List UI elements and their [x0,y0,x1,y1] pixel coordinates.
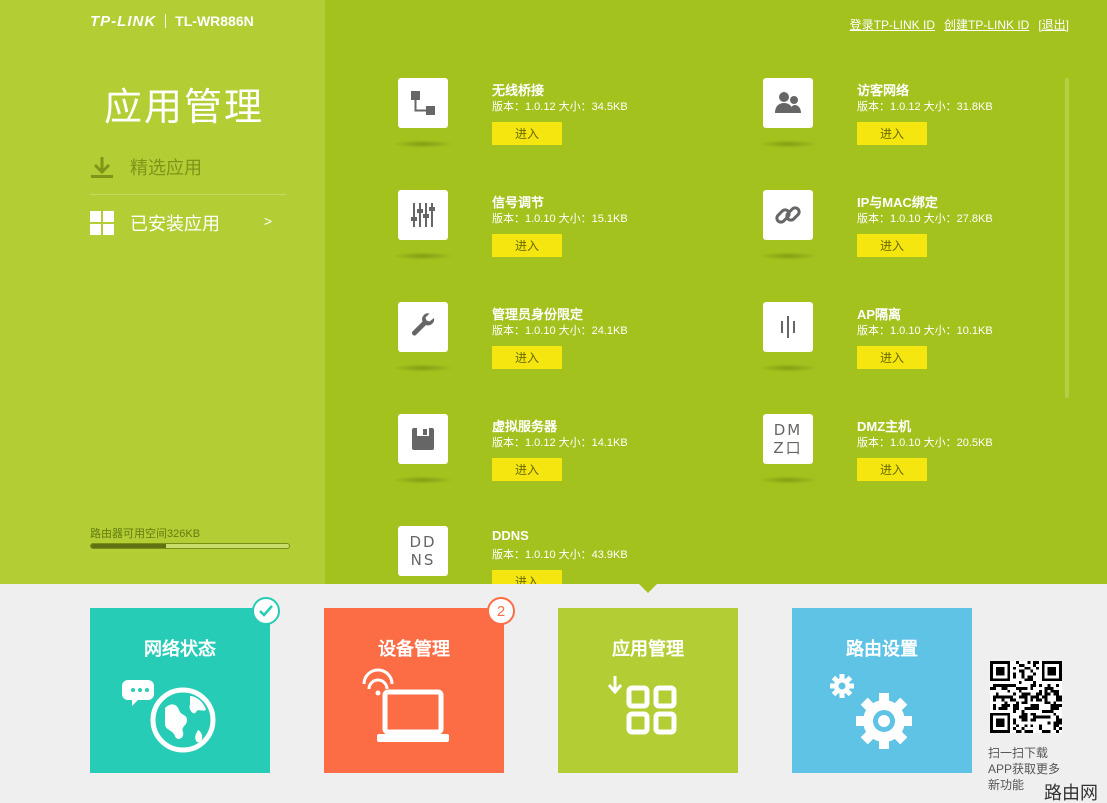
enter-button[interactable]: 进入 [492,570,562,584]
sidebar: TP-LINK TL-WR886N 应用管理 精选应用 已安装应用 > 路由器可… [0,0,325,584]
app-meta: 版本：1.0.10 大小：20.5KB [857,437,993,449]
app-meta: 版本：1.0.10 大小：27.8KB [857,213,993,225]
ddns-icon-text: DD [409,533,437,551]
app-name: 管理员身份限定 [492,307,584,322]
enter-button[interactable]: 进入 [492,234,562,257]
enter-button[interactable]: 进入 [492,122,562,145]
grid-icon [90,211,114,235]
ddns-icon: DD NS [398,526,448,576]
tile-app-management[interactable]: 应用管理 [558,608,738,773]
laptop-icon [324,668,504,758]
dmz-icon-text: Z口 [773,439,803,457]
sidebar-item-installed-apps[interactable]: 已安装应用 > [90,195,286,251]
app-card: DM Z口 DMZ主机 版本：1.0.10 大小：20.5KB 进入 [757,414,1073,504]
storage-bar-fill [91,544,167,548]
brand: TP-LINK TL-WR886N [90,11,254,31]
app-icon-shadow [757,252,819,260]
sliders-icon [398,190,448,240]
enter-button[interactable]: 进入 [857,122,927,145]
app-card: DD NS DDNS 版本：1.0.10 大小：43.9KB 进入 [398,526,708,584]
watermark: 路由网 [1044,783,1098,803]
wrench-icon [398,302,448,352]
storage-bar [90,543,290,549]
guest-users-icon [763,78,813,128]
app-icon-shadow [757,476,819,484]
app-name: 访客网络 [857,83,910,98]
dmz-icon-text: DM [773,421,803,439]
tile-device-management[interactable]: 设备管理 [324,608,504,773]
app-meta: 版本：1.0.10 大小：43.9KB [492,549,628,561]
app-card: AP隔离 版本：1.0.10 大小：10.1KB 进入 [757,302,1073,392]
app-meta: 版本：1.0.10 大小：15.1KB [492,213,628,225]
gear-icon [792,668,972,758]
app-icon-shadow [757,364,819,372]
app-download-qr-code [990,661,1062,733]
tile-label: 路由设置 [846,639,918,659]
account-links: 登录TP-LINK ID 创建TP-LINK ID [退出] [850,16,1069,33]
brand-divider [165,14,167,28]
app-card: 虚拟服务器 版本：1.0.12 大小：14.1KB 进入 [392,414,708,504]
create-tplink-id-link[interactable]: 创建TP-LINK ID [944,16,1029,33]
app-name: AP隔离 [857,307,902,322]
logout-link[interactable]: [退出] [1038,16,1069,33]
enter-button[interactable]: 进入 [492,458,562,481]
main-panel: TP-LINK TL-WR886N 应用管理 精选应用 已安装应用 > 路由器可… [0,0,1107,584]
app-meta: 版本：1.0.12 大小：34.5KB [492,101,628,113]
app-icon-shadow [392,364,454,372]
tile-label: 设备管理 [378,639,450,659]
app-icon-shadow [392,140,454,148]
enter-button[interactable]: 进入 [857,458,927,481]
app-icon-shadow [392,476,454,484]
sidebar-item-label: 已安装应用 [130,214,220,234]
login-tplink-id-link[interactable]: 登录TP-LINK ID [850,16,935,33]
sidebar-item-label: 精选应用 [130,157,202,178]
tile-network-status[interactable]: 网络状态 [90,608,270,773]
link-icon [763,190,813,240]
app-icon-shadow [757,140,819,148]
dmz-icon: DM Z口 [763,414,813,464]
app-meta: 版本：1.0.12 大小：14.1KB [492,437,628,449]
qr-caption-line: APP获取更多 [988,762,1061,776]
ap-isolation-icon [763,302,813,352]
active-tab-pointer [639,584,657,593]
page-title: 应用管理 [104,87,265,129]
app-card: 访客网络 版本：1.0.12 大小：31.8KB 进入 [757,78,1073,168]
app-name: 无线桥接 [492,83,545,98]
app-name: DDNS [492,528,529,543]
bridge-icon [398,78,448,128]
globe-icon [90,668,270,758]
enter-button[interactable]: 进入 [857,234,927,257]
tile-label: 网络状态 [144,639,216,659]
storage-label: 路由器可用空间326KB [90,528,201,540]
app-icon-shadow [392,252,454,260]
notification-badge: 2 [487,597,515,625]
app-card: 无线桥接 版本：1.0.12 大小：34.5KB 进入 [392,78,708,168]
tile-router-settings[interactable]: 路由设置 [792,608,972,773]
app-card: IP与MAC绑定 版本：1.0.10 大小：27.8KB 进入 [757,190,1073,280]
check-icon [259,605,273,617]
enter-button[interactable]: 进入 [857,346,927,369]
apps-grid-icon [558,668,738,758]
app-meta: 版本：1.0.12 大小：31.8KB [857,101,993,113]
sidebar-item-featured-apps[interactable]: 精选应用 [90,139,286,195]
app-card: 信号调节 版本：1.0.10 大小：15.1KB 进入 [392,190,708,280]
qr-caption-line: 扫一扫下载 [988,746,1049,760]
app-card: 管理员身份限定 版本：1.0.10 大小：24.1KB 进入 [392,302,708,392]
app-meta: 版本：1.0.10 大小：24.1KB [492,325,628,337]
chevron-right-icon: > [263,213,272,229]
ddns-icon-text: NS [410,551,436,569]
enter-button[interactable]: 进入 [492,346,562,369]
app-name: 虚拟服务器 [492,419,558,434]
app-name: 信号调节 [492,195,545,210]
status-ok-badge [252,597,280,625]
tile-label: 应用管理 [612,639,684,659]
app-name: DMZ主机 [857,419,912,434]
router-model: TL-WR886N [175,13,254,29]
server-icon [398,414,448,464]
app-name: IP与MAC绑定 [857,195,938,210]
download-icon [90,155,114,179]
tp-link-logo: TP-LINK [90,12,157,30]
app-meta: 版本：1.0.10 大小：10.1KB [857,325,993,337]
